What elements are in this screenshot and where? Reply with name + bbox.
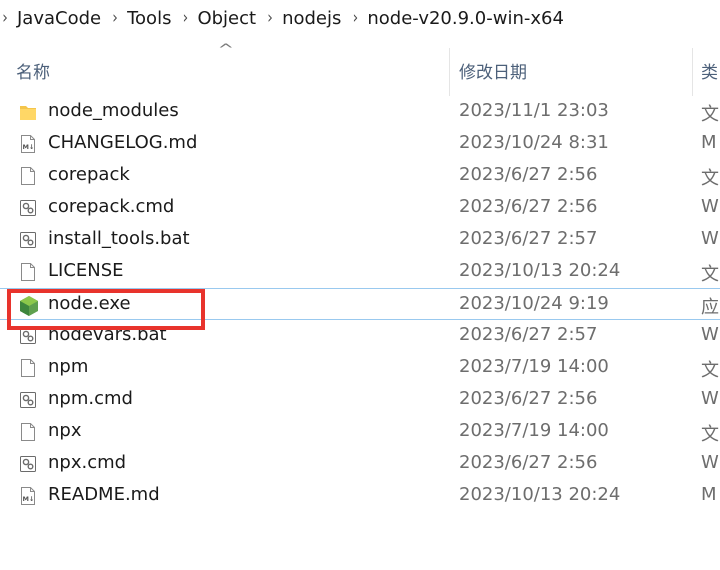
file-type: M <box>701 484 717 505</box>
file-name: README.md <box>48 484 160 505</box>
file-type: W <box>701 388 719 409</box>
svg-text:M↓: M↓ <box>23 143 35 151</box>
breadcrumb-item-nodejs[interactable]: nodejs <box>275 8 350 29</box>
file-name: CHANGELOG.md <box>48 132 198 153</box>
file-name: install_tools.bat <box>48 228 190 249</box>
column-header-name[interactable]: 名称 <box>16 58 50 83</box>
file-name: npm <box>48 356 89 377</box>
file-name: nodevars.bat <box>48 324 167 345</box>
file-modified-date: 2023/7/19 14:00 <box>459 420 609 441</box>
blank-file-icon <box>19 166 37 186</box>
file-name: npm.cmd <box>48 388 133 409</box>
file-name: node.exe <box>48 293 131 314</box>
file-name: npx <box>48 420 82 441</box>
svg-text:M↓: M↓ <box>23 495 35 503</box>
chevron-right-icon[interactable]: › <box>350 8 360 27</box>
file-modified-date: 2023/11/1 23:03 <box>459 100 609 121</box>
folder-icon <box>19 102 37 122</box>
breadcrumb-item-current-folder[interactable]: node-v20.9.0-win-x64 <box>360 8 573 29</box>
file-modified-date: 2023/6/27 2:57 <box>459 228 598 249</box>
column-divider[interactable] <box>692 48 693 96</box>
file-modified-date: 2023/7/19 14:00 <box>459 356 609 377</box>
nodejs-icon <box>19 295 38 316</box>
file-name: node_modules <box>48 100 179 121</box>
file-row[interactable]: node_modules 2023/11/1 23:03 文 <box>0 96 720 128</box>
column-divider[interactable] <box>449 48 450 96</box>
file-row[interactable]: node.exe 2023/10/24 9:19 应 <box>0 288 720 320</box>
script-file-icon <box>19 454 37 474</box>
file-modified-date: 2023/10/24 9:19 <box>459 293 609 314</box>
file-list: node_modules 2023/11/1 23:03 文 M↓ CHANGELOG.… <box>0 96 720 512</box>
file-type: 文 <box>701 360 719 381</box>
file-row[interactable]: M↓ README.md 2023/10/13 20:24 M <box>0 480 720 512</box>
sort-ascending-icon: ^ <box>217 42 235 58</box>
file-modified-date: 2023/6/27 2:56 <box>459 164 598 185</box>
blank-file-icon <box>19 262 37 282</box>
script-file-icon <box>19 198 37 218</box>
breadcrumb-item-object[interactable]: Object <box>190 8 265 29</box>
file-row[interactable]: npx 2023/7/19 14:00 文 <box>0 416 720 448</box>
file-row[interactable]: install_tools.bat 2023/6/27 2:57 W <box>0 224 720 256</box>
file-type: W <box>701 228 719 249</box>
file-name: npx.cmd <box>48 452 127 473</box>
file-type: 文 <box>701 168 719 189</box>
blank-file-icon <box>19 358 37 378</box>
file-row[interactable]: npm.cmd 2023/6/27 2:56 W <box>0 384 720 416</box>
file-modified-date: 2023/10/13 20:24 <box>459 484 621 505</box>
column-header-type[interactable]: 类 <box>701 58 718 83</box>
script-file-icon <box>19 230 37 250</box>
file-row[interactable]: corepack 2023/6/27 2:56 文 <box>0 160 720 192</box>
file-row[interactable]: M↓ CHANGELOG.md 2023/10/24 8:31 M <box>0 128 720 160</box>
file-modified-date: 2023/6/27 2:56 <box>459 388 598 409</box>
file-type: 应 <box>701 297 719 318</box>
file-name: corepack.cmd <box>48 196 175 217</box>
file-type: 文 <box>701 104 719 125</box>
markdown-file-icon: M↓ <box>19 486 37 506</box>
file-modified-date: 2023/6/27 2:56 <box>459 196 598 217</box>
file-row[interactable]: nodevars.bat 2023/6/27 2:57 W <box>0 320 720 352</box>
chevron-right-icon[interactable]: › <box>265 8 275 27</box>
file-type: 文 <box>701 264 719 285</box>
breadcrumb-item-javacode[interactable]: JavaCode <box>10 8 110 29</box>
file-row[interactable]: npx.cmd 2023/6/27 2:56 W <box>0 448 720 480</box>
file-modified-date: 2023/10/24 8:31 <box>459 132 609 153</box>
chevron-right-icon[interactable]: › <box>0 8 10 27</box>
chevron-right-icon[interactable]: › <box>110 8 120 27</box>
file-modified-date: 2023/6/27 2:57 <box>459 324 598 345</box>
file-row[interactable]: corepack.cmd 2023/6/27 2:56 W <box>0 192 720 224</box>
breadcrumb-item-tools[interactable]: Tools <box>120 8 180 29</box>
blank-file-icon <box>19 422 37 442</box>
script-file-icon <box>19 326 37 346</box>
markdown-file-icon: M↓ <box>19 134 37 154</box>
file-name: corepack <box>48 164 130 185</box>
file-modified-date: 2023/6/27 2:56 <box>459 452 598 473</box>
file-type: M <box>701 132 717 153</box>
file-row[interactable]: LICENSE 2023/10/13 20:24 文 <box>0 256 720 288</box>
chevron-right-icon[interactable]: › <box>180 8 190 27</box>
script-file-icon <box>19 390 37 410</box>
breadcrumb: › JavaCode › Tools › Object › nodejs › n… <box>0 0 720 36</box>
file-type: 文 <box>701 424 719 445</box>
file-row[interactable]: npm 2023/7/19 14:00 文 <box>0 352 720 384</box>
file-type: W <box>701 452 719 473</box>
file-type: W <box>701 324 719 345</box>
file-name: LICENSE <box>48 260 124 281</box>
file-type: W <box>701 196 719 217</box>
column-header-row: ^ 名称 修改日期 类 <box>0 40 720 96</box>
column-header-date[interactable]: 修改日期 <box>459 58 527 83</box>
file-modified-date: 2023/10/13 20:24 <box>459 260 621 281</box>
